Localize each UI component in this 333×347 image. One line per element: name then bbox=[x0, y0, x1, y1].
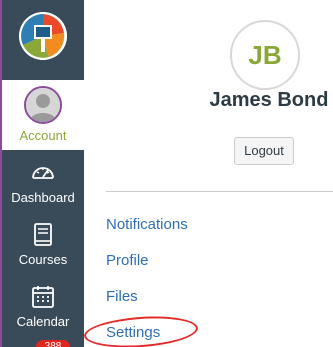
speedometer-icon bbox=[32, 167, 54, 179]
menu-link-files[interactable]: Files bbox=[106, 288, 138, 305]
institution-logo-icon bbox=[19, 12, 67, 60]
nav-item-label: Dashboard bbox=[11, 190, 75, 205]
menu-link-notifications[interactable]: Notifications bbox=[106, 216, 188, 233]
institution-logo-link[interactable] bbox=[2, 0, 84, 80]
nav-item-courses[interactable]: Courses bbox=[2, 216, 84, 278]
global-navigation-sidebar: Account Dashboard Courses Calendar 388 bbox=[0, 0, 84, 347]
user-name: James Bond bbox=[209, 89, 329, 111]
nav-item-calendar[interactable]: Calendar bbox=[2, 278, 84, 340]
user-avatar-icon bbox=[24, 86, 62, 124]
book-icon bbox=[34, 223, 52, 246]
menu-link-profile[interactable]: Profile bbox=[106, 252, 149, 269]
nav-item-account[interactable]: Account bbox=[2, 80, 84, 150]
nav-item-label: Account bbox=[19, 128, 67, 143]
account-tray: JB James Bond Logout Notifications Profi… bbox=[84, 0, 333, 347]
calendar-icon bbox=[32, 286, 54, 308]
nav-item-label: Courses bbox=[18, 252, 68, 267]
user-initials-avatar: JB bbox=[230, 20, 300, 90]
divider bbox=[106, 191, 333, 192]
nav-item-label: Calendar bbox=[16, 314, 70, 329]
logout-button[interactable]: Logout bbox=[234, 137, 294, 165]
nav-item-dashboard[interactable]: Dashboard bbox=[2, 154, 84, 216]
calendar-notification-badge: 388 bbox=[36, 340, 70, 347]
